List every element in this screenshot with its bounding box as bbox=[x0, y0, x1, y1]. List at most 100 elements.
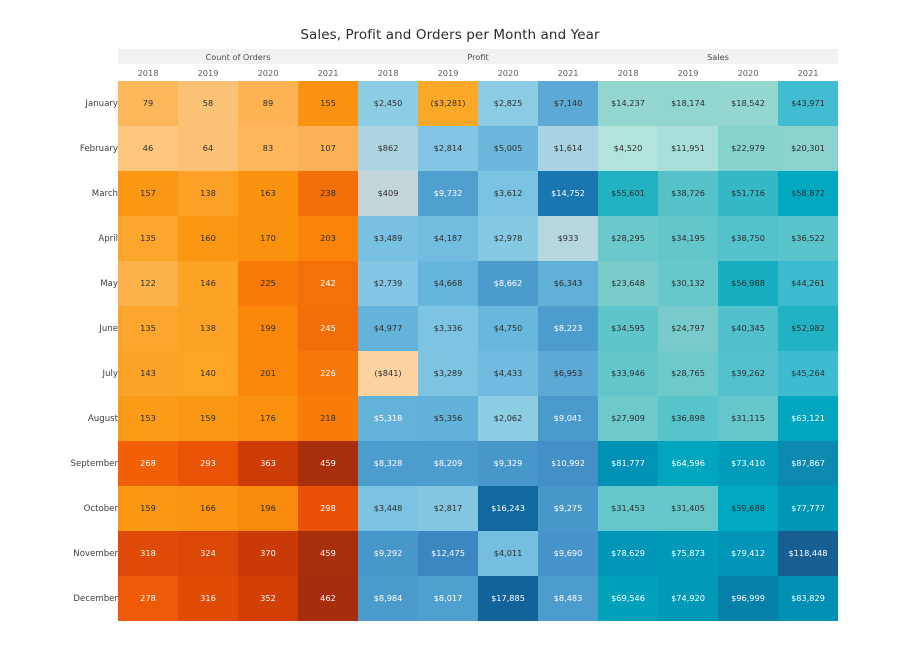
heatmap-cell[interactable]: $52,982 bbox=[778, 306, 838, 351]
heatmap-cell[interactable]: 155 bbox=[298, 81, 358, 126]
heatmap-cell[interactable]: $4,520 bbox=[598, 126, 658, 171]
heatmap-cell[interactable]: $31,115 bbox=[718, 396, 778, 441]
heatmap-cell[interactable]: $4,750 bbox=[478, 306, 538, 351]
heatmap-cell[interactable]: 459 bbox=[298, 531, 358, 576]
year-header-count-of-orders-2019[interactable]: 2019 bbox=[178, 64, 238, 81]
heatmap-cell[interactable]: ($841) bbox=[358, 351, 418, 396]
heatmap-cell[interactable]: $34,595 bbox=[598, 306, 658, 351]
heatmap-cell[interactable]: $33,946 bbox=[598, 351, 658, 396]
year-header-sales-2021[interactable]: 2021 bbox=[778, 64, 838, 81]
heatmap-cell[interactable]: 64 bbox=[178, 126, 238, 171]
heatmap-cell[interactable]: 459 bbox=[298, 441, 358, 486]
heatmap-cell[interactable]: $73,410 bbox=[718, 441, 778, 486]
heatmap-cell[interactable]: $38,726 bbox=[658, 171, 718, 216]
heatmap-cell[interactable]: $933 bbox=[538, 216, 598, 261]
heatmap-cell[interactable]: $8,223 bbox=[538, 306, 598, 351]
heatmap-cell[interactable]: 159 bbox=[118, 486, 178, 531]
heatmap-cell[interactable]: $3,448 bbox=[358, 486, 418, 531]
heatmap-cell[interactable]: 79 bbox=[118, 81, 178, 126]
heatmap-cell[interactable]: $2,450 bbox=[358, 81, 418, 126]
heatmap-cell[interactable]: $16,243 bbox=[478, 486, 538, 531]
heatmap-cell[interactable]: $12,475 bbox=[418, 531, 478, 576]
heatmap-cell[interactable]: $51,716 bbox=[718, 171, 778, 216]
heatmap-cell[interactable]: 166 bbox=[178, 486, 238, 531]
row-label-may[interactable]: May bbox=[38, 261, 118, 306]
heatmap-cell[interactable]: $31,405 bbox=[658, 486, 718, 531]
heatmap-cell[interactable]: 316 bbox=[178, 576, 238, 621]
heatmap-cell[interactable]: 318 bbox=[118, 531, 178, 576]
heatmap-cell[interactable]: $5,005 bbox=[478, 126, 538, 171]
heatmap-cell[interactable]: $4,433 bbox=[478, 351, 538, 396]
heatmap-cell[interactable]: $56,988 bbox=[718, 261, 778, 306]
row-label-march[interactable]: March bbox=[38, 171, 118, 216]
row-label-november[interactable]: November bbox=[38, 531, 118, 576]
heatmap-cell[interactable]: $2,814 bbox=[418, 126, 478, 171]
heatmap-cell[interactable]: 140 bbox=[178, 351, 238, 396]
heatmap-cell[interactable]: $18,542 bbox=[718, 81, 778, 126]
heatmap-cell[interactable]: $69,546 bbox=[598, 576, 658, 621]
heatmap-cell[interactable]: $83,829 bbox=[778, 576, 838, 621]
heatmap-cell[interactable]: 370 bbox=[238, 531, 298, 576]
heatmap-cell[interactable]: 135 bbox=[118, 306, 178, 351]
row-label-april[interactable]: April bbox=[38, 216, 118, 261]
heatmap-cell[interactable]: $118,448 bbox=[778, 531, 838, 576]
heatmap-cell[interactable]: $11,951 bbox=[658, 126, 718, 171]
year-header-sales-2020[interactable]: 2020 bbox=[718, 64, 778, 81]
heatmap-cell[interactable]: $2,062 bbox=[478, 396, 538, 441]
row-label-december[interactable]: December bbox=[38, 576, 118, 621]
heatmap-cell[interactable]: $24,797 bbox=[658, 306, 718, 351]
heatmap-cell[interactable]: $9,690 bbox=[538, 531, 598, 576]
heatmap-cell[interactable]: 143 bbox=[118, 351, 178, 396]
heatmap-cell[interactable]: $2,978 bbox=[478, 216, 538, 261]
heatmap-cell[interactable]: $9,732 bbox=[418, 171, 478, 216]
heatmap-cell[interactable]: 201 bbox=[238, 351, 298, 396]
heatmap-cell[interactable]: $45,264 bbox=[778, 351, 838, 396]
heatmap-cell[interactable]: $5,318 bbox=[358, 396, 418, 441]
heatmap-cell[interactable]: 138 bbox=[178, 171, 238, 216]
heatmap-cell[interactable]: $409 bbox=[358, 171, 418, 216]
heatmap-cell[interactable]: $55,601 bbox=[598, 171, 658, 216]
heatmap-cell[interactable]: 46 bbox=[118, 126, 178, 171]
heatmap-cell[interactable]: $4,187 bbox=[418, 216, 478, 261]
heatmap-cell[interactable]: $39,262 bbox=[718, 351, 778, 396]
group-header-count-of-orders[interactable]: Count of Orders bbox=[118, 49, 358, 64]
heatmap-cell[interactable]: $862 bbox=[358, 126, 418, 171]
heatmap-cell[interactable]: $40,345 bbox=[718, 306, 778, 351]
year-header-count-of-orders-2020[interactable]: 2020 bbox=[238, 64, 298, 81]
year-header-profit-2021[interactable]: 2021 bbox=[538, 64, 598, 81]
heatmap-cell[interactable]: 138 bbox=[178, 306, 238, 351]
heatmap-cell[interactable]: $3,336 bbox=[418, 306, 478, 351]
heatmap-cell[interactable]: $3,289 bbox=[418, 351, 478, 396]
heatmap-cell[interactable]: $20,301 bbox=[778, 126, 838, 171]
heatmap-cell[interactable]: $2,825 bbox=[478, 81, 538, 126]
heatmap-cell[interactable]: $58,872 bbox=[778, 171, 838, 216]
year-header-sales-2018[interactable]: 2018 bbox=[598, 64, 658, 81]
heatmap-cell[interactable]: $23,648 bbox=[598, 261, 658, 306]
row-label-july[interactable]: July bbox=[38, 351, 118, 396]
heatmap-cell[interactable]: $1,614 bbox=[538, 126, 598, 171]
heatmap-cell[interactable]: 242 bbox=[298, 261, 358, 306]
heatmap-cell[interactable]: $4,668 bbox=[418, 261, 478, 306]
heatmap-cell[interactable]: $8,483 bbox=[538, 576, 598, 621]
heatmap-cell[interactable]: $74,920 bbox=[658, 576, 718, 621]
heatmap-cell[interactable]: $9,041 bbox=[538, 396, 598, 441]
heatmap-cell[interactable]: 218 bbox=[298, 396, 358, 441]
row-label-january[interactable]: January bbox=[38, 81, 118, 126]
heatmap-cell[interactable]: $6,343 bbox=[538, 261, 598, 306]
heatmap-cell[interactable]: 153 bbox=[118, 396, 178, 441]
heatmap-cell[interactable]: $22,979 bbox=[718, 126, 778, 171]
heatmap-cell[interactable]: $4,011 bbox=[478, 531, 538, 576]
heatmap-cell[interactable]: $8,209 bbox=[418, 441, 478, 486]
heatmap-cell[interactable]: $7,140 bbox=[538, 81, 598, 126]
row-label-february[interactable]: February bbox=[38, 126, 118, 171]
heatmap-cell[interactable]: 157 bbox=[118, 171, 178, 216]
heatmap-cell[interactable]: 107 bbox=[298, 126, 358, 171]
heatmap-cell[interactable]: $38,750 bbox=[718, 216, 778, 261]
heatmap-cell[interactable]: $6,953 bbox=[538, 351, 598, 396]
heatmap-cell[interactable]: 352 bbox=[238, 576, 298, 621]
heatmap-cell[interactable]: $64,596 bbox=[658, 441, 718, 486]
heatmap-cell[interactable]: $28,765 bbox=[658, 351, 718, 396]
heatmap-cell[interactable]: 83 bbox=[238, 126, 298, 171]
heatmap-cell[interactable]: 58 bbox=[178, 81, 238, 126]
row-label-september[interactable]: September bbox=[38, 441, 118, 486]
